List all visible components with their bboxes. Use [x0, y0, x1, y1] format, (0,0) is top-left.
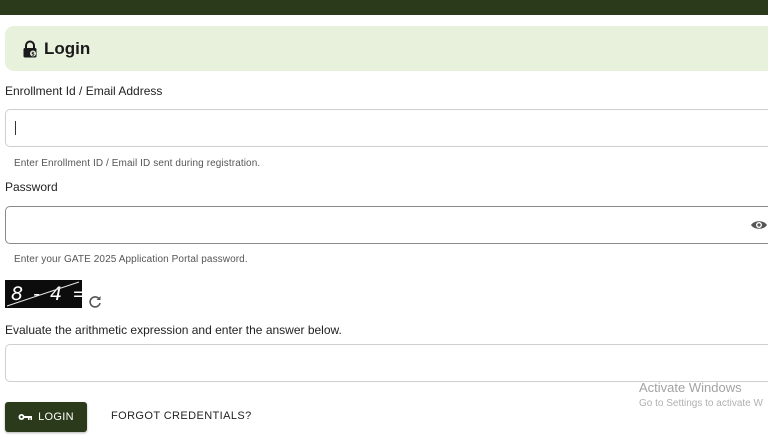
login-button[interactable]: LOGIN: [5, 402, 87, 432]
eye-icon[interactable]: [750, 218, 768, 232]
captcha-answer-input[interactable]: [6, 345, 768, 381]
captcha-image: 8 - 4 =: [5, 280, 82, 308]
top-bar: [0, 0, 768, 15]
key-icon: [18, 414, 33, 420]
login-header: $ Login: [5, 26, 768, 71]
svg-text:$: $: [31, 51, 35, 57]
enrollment-field[interactable]: [5, 109, 768, 147]
password-field[interactable]: [5, 206, 768, 244]
password-input[interactable]: [6, 207, 768, 243]
password-hint: Enter your GATE 2025 Application Portal …: [14, 254, 248, 265]
password-label: Password: [5, 180, 58, 194]
enrollment-hint: Enter Enrollment ID / Email ID sent duri…: [14, 158, 261, 169]
text-caret: [15, 121, 16, 135]
activate-windows-subtitle: Go to Settings to activate W: [639, 398, 763, 409]
page-title: Login: [44, 38, 91, 58]
activate-windows-title: Activate Windows: [639, 380, 742, 395]
enrollment-input[interactable]: [6, 110, 768, 146]
refresh-icon[interactable]: [88, 295, 102, 309]
forgot-credentials-link[interactable]: FORGOT CREDENTIALS?: [111, 410, 252, 422]
login-button-label: LOGIN: [38, 411, 74, 423]
captcha-noise-line: [6, 281, 80, 307]
lock-icon: $: [23, 40, 37, 57]
captcha-answer-field[interactable]: [5, 344, 768, 382]
captcha-instruction: Evaluate the arithmetic expression and e…: [5, 323, 342, 337]
enrollment-label: Enrollment Id / Email Address: [5, 84, 163, 98]
